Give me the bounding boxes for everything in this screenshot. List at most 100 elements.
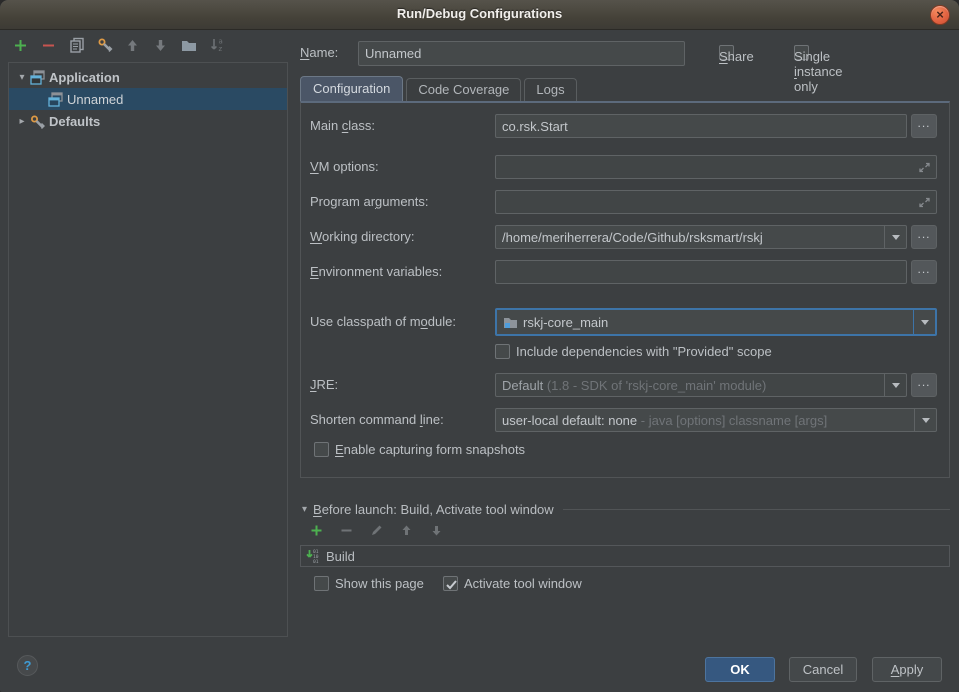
application-icon bbox=[47, 92, 64, 107]
remove-configuration-button[interactable] bbox=[40, 38, 57, 55]
tree-node-unnamed-selected[interactable]: Unnamed bbox=[9, 88, 287, 110]
activate-tool-window-checkbox[interactable] bbox=[443, 576, 458, 591]
tree-expanded-icon[interactable]: ▾ bbox=[15, 72, 29, 83]
sort-az-icon: az bbox=[209, 37, 225, 56]
name-row: Name: Unnamed Share Single instance only bbox=[300, 41, 952, 66]
working-directory-dropdown[interactable] bbox=[884, 226, 906, 248]
working-directory-label: Working directory: bbox=[310, 229, 415, 244]
expand-field-icon[interactable] bbox=[918, 161, 931, 177]
activate-tool-window-label: Activate tool window bbox=[464, 576, 582, 591]
tab-logs[interactable]: Logs bbox=[524, 78, 576, 101]
show-this-page-label: Show this page bbox=[335, 576, 424, 591]
defaults-wrench-icon bbox=[29, 114, 46, 129]
tree-node-defaults[interactable]: ▸ Defaults bbox=[9, 110, 287, 132]
vm-options-label: VM options: bbox=[310, 159, 379, 174]
classpath-module-dropdown[interactable] bbox=[913, 310, 935, 334]
svg-text:01: 01 bbox=[313, 559, 319, 564]
environment-variables-browse-button[interactable]: ... bbox=[911, 260, 937, 284]
enable-capturing-label: Enable capturing form snapshots bbox=[335, 442, 525, 457]
before-launch-remove-button[interactable] bbox=[338, 523, 355, 540]
jre-combobox[interactable]: Default (1.8 - SDK of 'rskj-core_main' m… bbox=[495, 373, 907, 397]
environment-variables-label: Environment variables: bbox=[310, 264, 442, 279]
shorten-command-line-dropdown[interactable] bbox=[914, 409, 936, 431]
build-task-label: Build bbox=[326, 549, 355, 564]
sort-configurations-button[interactable]: az bbox=[208, 38, 225, 55]
main-class-input[interactable]: co.rsk.Start bbox=[495, 114, 907, 138]
program-arguments-row: Program arguments: bbox=[300, 190, 950, 214]
jre-browse-button[interactable]: ... bbox=[911, 373, 937, 397]
before-launch-title: Before launch: Build, Activate tool wind… bbox=[313, 502, 554, 517]
include-provided-label: Include dependencies with "Provided" sco… bbox=[516, 344, 772, 359]
wrench-gear-icon bbox=[97, 37, 113, 56]
application-icon bbox=[29, 70, 46, 85]
add-configuration-button[interactable] bbox=[12, 38, 29, 55]
working-directory-browse-button[interactable]: ... bbox=[911, 225, 937, 249]
classpath-module-combobox[interactable]: rskj-core_main bbox=[495, 308, 937, 336]
arrow-down-icon bbox=[430, 524, 443, 540]
vm-options-input[interactable] bbox=[495, 155, 937, 179]
jre-label: JRE: bbox=[310, 377, 338, 392]
svg-text:z: z bbox=[218, 45, 222, 53]
program-arguments-input[interactable] bbox=[495, 190, 937, 214]
tree-node-label: Unnamed bbox=[67, 92, 123, 107]
include-provided-checkbox[interactable] bbox=[495, 344, 510, 359]
working-directory-row: Working directory: /home/meriherrera/Cod… bbox=[300, 225, 950, 249]
before-launch-add-button[interactable] bbox=[308, 523, 325, 540]
help-button[interactable]: ? bbox=[17, 655, 38, 676]
jre-row: JRE: Default (1.8 - SDK of 'rskj-core_ma… bbox=[300, 373, 950, 397]
tab-configuration[interactable]: Configuration bbox=[300, 76, 403, 101]
section-divider bbox=[563, 509, 950, 510]
minus-icon bbox=[41, 38, 56, 56]
editor-tabs: Configuration Code Coverage Logs bbox=[300, 77, 580, 101]
configurations-tree: ▾ Application Unnamed ▸ Defaults bbox=[8, 62, 288, 637]
dialog-body: az ▾ Application Unnamed ▸ Defaults bbox=[0, 30, 959, 692]
before-launch-toolbar bbox=[308, 523, 445, 540]
section-expanded-icon[interactable]: ▾ bbox=[302, 504, 307, 515]
name-input[interactable]: Unnamed bbox=[358, 41, 685, 66]
classpath-module-row: Use classpath of module: rskj-core_main bbox=[300, 308, 950, 336]
expand-field-icon[interactable] bbox=[918, 196, 931, 212]
classpath-module-label: Use classpath of module: bbox=[310, 314, 456, 329]
close-button[interactable]: × bbox=[930, 5, 950, 25]
single-instance-label: Single instance only bbox=[794, 49, 842, 94]
tab-code-coverage[interactable]: Code Coverage bbox=[406, 78, 521, 101]
enable-capturing-checkbox[interactable] bbox=[314, 442, 329, 457]
show-this-page-checkbox[interactable] bbox=[314, 576, 329, 591]
before-launch-move-down-button[interactable] bbox=[428, 523, 445, 540]
before-launch-move-up-button[interactable] bbox=[398, 523, 415, 540]
tree-collapsed-icon[interactable]: ▸ bbox=[15, 116, 29, 127]
new-folder-button[interactable] bbox=[180, 38, 197, 55]
apply-button[interactable]: Apply bbox=[872, 657, 942, 682]
tree-node-application[interactable]: ▾ Application bbox=[9, 66, 287, 88]
configuration-editor: Name: Unnamed Share Single instance only… bbox=[300, 30, 952, 692]
show-this-page-row: Show this page bbox=[314, 576, 424, 591]
before-launch-header[interactable]: ▾ Before launch: Build, Activate tool wi… bbox=[302, 500, 950, 518]
tree-node-label: Defaults bbox=[49, 114, 100, 129]
share-checkbox-row: Share bbox=[719, 45, 734, 60]
enable-capturing-row: Enable capturing form snapshots bbox=[314, 442, 525, 457]
shorten-command-line-label: Shorten command line: bbox=[310, 412, 444, 427]
copy-icon bbox=[69, 37, 85, 56]
arrow-down-icon bbox=[153, 38, 168, 56]
move-down-button[interactable] bbox=[152, 38, 169, 55]
window-title: Run/Debug Configurations bbox=[0, 6, 959, 21]
before-launch-task-build[interactable]: 011001 Build bbox=[300, 545, 950, 567]
configurations-toolbar: az bbox=[12, 38, 225, 55]
before-launch-edit-button[interactable] bbox=[368, 523, 385, 540]
ok-button[interactable]: OK bbox=[705, 657, 775, 682]
edit-defaults-button[interactable] bbox=[96, 38, 113, 55]
environment-variables-input[interactable] bbox=[495, 260, 907, 284]
single-instance-checkbox-row: Single instance only bbox=[794, 45, 809, 60]
environment-variables-row: Environment variables: ... bbox=[300, 260, 950, 284]
cancel-button[interactable]: Cancel bbox=[789, 657, 857, 682]
pencil-icon bbox=[370, 524, 383, 540]
main-class-row: Main class: co.rsk.Start ... bbox=[300, 114, 950, 138]
main-class-browse-button[interactable]: ... bbox=[911, 114, 937, 138]
shorten-command-line-combobox[interactable]: user-local default: none - java [options… bbox=[495, 408, 937, 432]
move-up-button[interactable] bbox=[124, 38, 141, 55]
working-directory-input[interactable]: /home/meriherrera/Code/Github/rsksmart/r… bbox=[495, 225, 907, 249]
minus-icon bbox=[340, 524, 353, 540]
copy-configuration-button[interactable] bbox=[68, 38, 85, 55]
jre-dropdown[interactable] bbox=[884, 374, 906, 396]
titlebar[interactable]: Run/Debug Configurations × bbox=[0, 0, 959, 30]
